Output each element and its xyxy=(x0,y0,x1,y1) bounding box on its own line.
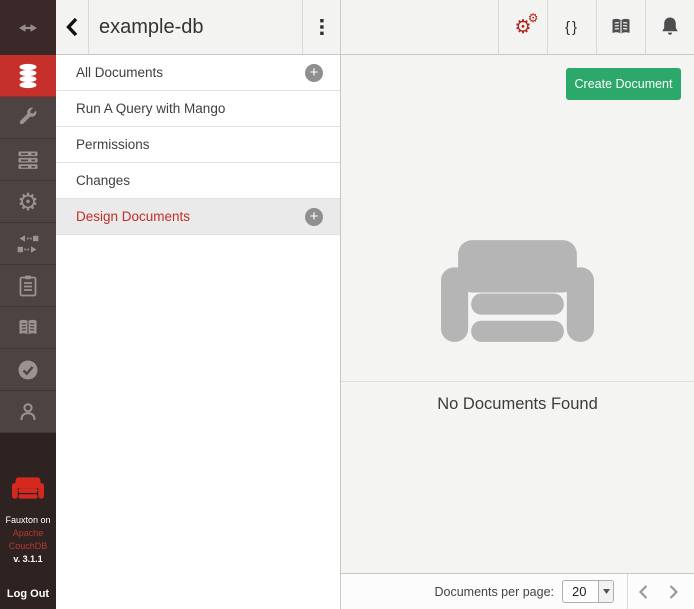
documentation-button[interactable] xyxy=(596,0,645,54)
sidebar-item-label: All Documents xyxy=(76,65,305,80)
user-icon xyxy=(16,400,40,424)
add-document-button[interactable]: + xyxy=(305,64,323,82)
sidebar-header: example-db xyxy=(56,0,340,55)
per-page-label: Documents per page: xyxy=(434,585,554,599)
sidebar-item-design-documents[interactable]: Design Documents + xyxy=(56,199,340,235)
gear-icon: ⚙ xyxy=(17,190,39,214)
sidebar-item-label: Design Documents xyxy=(76,209,305,224)
branding-line: Fauxton on xyxy=(5,514,50,527)
rail-item-verify[interactable] xyxy=(0,349,56,391)
database-title-cell: example-db xyxy=(89,0,302,54)
sidebar-item-label: Permissions xyxy=(76,137,323,152)
sidebar-item-label: Changes xyxy=(76,173,323,188)
main-content-area: ⚙⚙ {} xyxy=(341,0,694,609)
empty-couch-illustration xyxy=(341,240,694,342)
verify-check-icon xyxy=(16,358,40,382)
documents-empty-state: Create Document No Documents Found xyxy=(341,55,694,573)
per-page-select[interactable]: 20 xyxy=(562,580,614,603)
database-options-button[interactable] xyxy=(302,0,340,54)
chevron-down-icon xyxy=(603,589,610,594)
previous-page-button[interactable] xyxy=(628,578,658,606)
fauxton-app: ⚙ xyxy=(0,0,694,609)
rail-item-databases[interactable] xyxy=(0,55,56,97)
json-braces-icon: {} xyxy=(565,19,579,36)
rail-item-account[interactable] xyxy=(0,391,56,433)
documentation-book-icon xyxy=(16,316,40,340)
database-sidebar: example-db All Documents + Run A Query w… xyxy=(56,0,341,609)
add-design-document-button[interactable]: + xyxy=(305,208,323,226)
settings-gears-icon: ⚙⚙ xyxy=(514,18,531,37)
collapse-rail-button[interactable] xyxy=(0,0,56,55)
create-document-button[interactable]: Create Document xyxy=(566,68,681,100)
notifications-bell-icon xyxy=(658,15,682,39)
database-settings-button[interactable]: ⚙⚙ xyxy=(498,0,547,54)
fauxton-version-text: Fauxton on Apache CouchDB v. 3.1.1 xyxy=(5,514,50,566)
sidebar-item-label: Run A Query with Mango xyxy=(76,101,323,116)
sidebar-item-mango-query[interactable]: Run A Query with Mango xyxy=(56,91,340,127)
sidebar-item-changes[interactable]: Changes xyxy=(56,163,340,199)
database-icon xyxy=(16,63,40,89)
notifications-button[interactable] xyxy=(645,0,694,54)
couch-icon xyxy=(441,240,594,342)
primary-nav-rail: ⚙ xyxy=(0,0,56,609)
chevron-left-icon xyxy=(65,16,79,38)
rail-item-documentation[interactable] xyxy=(0,307,56,349)
rail-item-clipboard[interactable] xyxy=(0,265,56,307)
rail-item-active-tasks[interactable] xyxy=(0,139,56,181)
rail-item-setup[interactable] xyxy=(0,97,56,139)
no-documents-message: No Documents Found xyxy=(341,395,694,414)
json-view-button[interactable]: {} xyxy=(547,0,596,54)
sidebar-item-permissions[interactable]: Permissions xyxy=(56,127,340,163)
kebab-menu-icon xyxy=(319,16,325,38)
version-label: v. 3.1.1 xyxy=(5,553,50,566)
horizontal-resize-arrow-icon xyxy=(16,16,40,40)
couchdb-logo-icon xyxy=(12,477,44,499)
pagination-footer: Documents per page: 20 xyxy=(341,573,694,609)
back-button[interactable] xyxy=(56,0,89,54)
branding-line: CouchDB xyxy=(5,540,50,553)
logout-link[interactable]: Log Out xyxy=(0,588,56,600)
documentation-book-icon xyxy=(609,15,633,39)
wrench-icon xyxy=(16,106,40,130)
next-page-button[interactable] xyxy=(658,578,688,606)
active-tasks-bars-icon xyxy=(16,148,40,172)
clipboard-icon xyxy=(16,274,40,298)
main-header-bar: ⚙⚙ {} xyxy=(341,0,694,55)
sidebar-item-all-documents[interactable]: All Documents + xyxy=(56,55,340,91)
database-title: example-db xyxy=(99,16,204,39)
chevron-right-icon xyxy=(668,584,679,600)
branding-line: Apache xyxy=(5,527,50,540)
select-dropdown-cap xyxy=(598,581,613,602)
rail-branding-area: Fauxton on Apache CouchDB v. 3.1.1 Log O… xyxy=(0,433,56,609)
rail-item-replication[interactable] xyxy=(0,223,56,265)
rail-item-configuration[interactable]: ⚙ xyxy=(0,181,56,223)
empty-state-divider xyxy=(341,381,694,382)
replication-icon xyxy=(16,232,40,256)
chevron-left-icon xyxy=(638,584,649,600)
per-page-value: 20 xyxy=(563,581,598,602)
